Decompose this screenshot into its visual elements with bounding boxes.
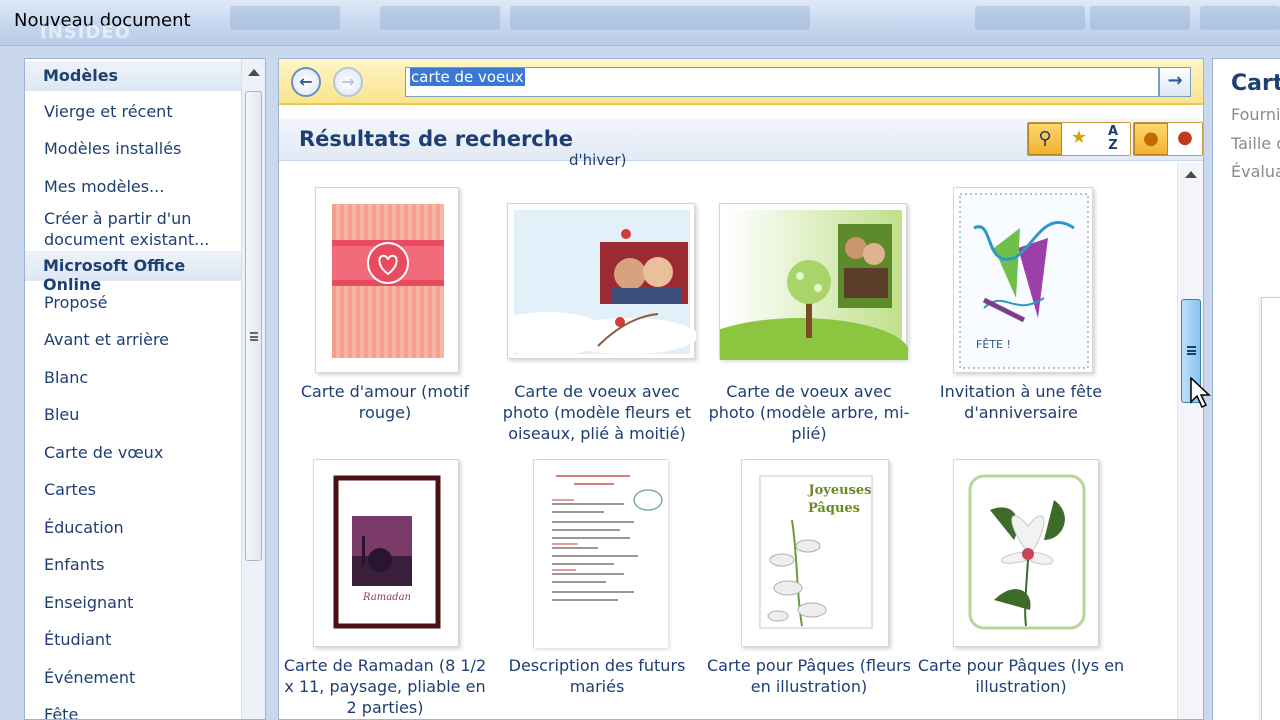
mouse-cursor-icon — [1190, 377, 1211, 409]
thumb-ramadan-text: Ramadan — [362, 592, 411, 603]
template-gallery: Carte d'amour (motif rouge) Carte de voe… — [279, 163, 1177, 719]
background-blur — [230, 6, 340, 30]
sidebar-item-etudiant[interactable]: Étudiant — [44, 629, 244, 650]
sidebar-item-propose[interactable]: Proposé — [44, 292, 244, 313]
sidebar-item-avant-arriere[interactable]: Avant et arrière — [44, 329, 244, 350]
party-invitation-image: FÊTE ! — [959, 193, 1089, 369]
results-header: Résultats de recherche ⚲ ★ AZ ● ● — [279, 119, 1203, 161]
template-label: Carte pour Pâques (fleurs en illustratio… — [706, 656, 912, 696]
document-thumbnail-image — [534, 460, 668, 648]
heart-card-image — [332, 204, 444, 358]
template-label: Carte pour Pâques (lys en illustration) — [917, 656, 1125, 696]
back-button[interactable]: ← — [291, 67, 321, 97]
template-label: Carte de voeux avec photo (modèle arbre,… — [708, 382, 910, 443]
search-input[interactable]: carte de voeux — [405, 67, 1159, 97]
remove-user-button[interactable]: ● — [1168, 123, 1202, 155]
sidebar-scroll-thumb[interactable] — [245, 91, 262, 561]
sidebar-item-fete[interactable]: Fête — [44, 704, 244, 719]
sidebar-item-bleu[interactable]: Bleu — [44, 404, 244, 425]
rating-star-icon: ★ — [1070, 127, 1088, 148]
go-arrow-icon: → — [1167, 70, 1183, 91]
sidebar-section-office-online[interactable]: Microsoft Office Online — [25, 251, 241, 294]
forward-button[interactable]: → — [333, 67, 363, 97]
sidebar-section-modeles: Modèles — [25, 61, 241, 91]
sidebar-item-enseignant[interactable]: Enseignant — [44, 592, 244, 613]
thumb-fete-text: FÊTE ! — [976, 338, 1011, 351]
watermark: INSIDEO — [40, 22, 131, 43]
template-label: Carte de Ramadan (8 1/2 x 11, paysage, p… — [283, 656, 487, 717]
sidebar-item-cartes[interactable]: Cartes — [44, 479, 244, 500]
template-thumbnail — [533, 459, 668, 648]
template-thumbnail — [315, 187, 459, 373]
scroll-up-icon[interactable] — [248, 69, 260, 76]
thumb-paques-text: Pâques — [808, 501, 860, 516]
template-thumbnail — [488, 203, 698, 359]
user-icon: ● — [1143, 128, 1159, 149]
search-zoom-icon: ⚲ — [1038, 128, 1052, 149]
template-thumbnail: FÊTE ! — [953, 187, 1093, 373]
template-thumbnail — [953, 459, 1099, 647]
templates-sidebar: Modèles Vierge et récent Modèles install… — [24, 58, 266, 720]
template-thumbnail: Ramadan — [313, 459, 459, 647]
title-bar: Nouveau document INSIDEO — [0, 0, 1280, 46]
sidebar-item-evenement[interactable]: Événement — [44, 667, 244, 688]
sidebar-item-vierge[interactable]: Vierge et récent — [44, 101, 244, 122]
photo-card-flowers-image — [488, 210, 698, 356]
grip-icon — [250, 332, 258, 341]
template-thumbnail: Joyeuses Pâques — [741, 459, 889, 647]
easter-lily-image — [968, 474, 1086, 630]
photo-card-tree-image — [690, 210, 910, 390]
background-blur — [1200, 6, 1280, 30]
sidebar-item-education[interactable]: Éducation — [44, 517, 244, 538]
details-title: Carte — [1231, 71, 1280, 96]
easter-flowers-image: Joyeuses Pâques — [759, 475, 873, 629]
user-button[interactable]: ● — [1134, 123, 1168, 155]
ramadan-card-image: Ramadan — [333, 475, 441, 629]
sidebar-scrollbar[interactable] — [241, 59, 265, 719]
sidebar-item-carte-de-voeux[interactable]: Carte de vœux — [44, 442, 244, 463]
thumb-joyeuses-text: Joyeuses — [807, 483, 871, 498]
sidebar-item-mes-modeles[interactable]: Mes modèles... — [44, 176, 244, 197]
rating-button[interactable]: ★ — [1062, 123, 1096, 155]
remove-user-icon: ● — [1177, 127, 1193, 148]
details-size: Taille d — [1231, 134, 1280, 153]
forward-arrow-icon: → — [341, 72, 355, 91]
sidebar-item-document-existant[interactable]: Créer à partir d'un document existant... — [44, 208, 234, 250]
template-label: Description des futurs mariés — [508, 656, 686, 696]
background-blur — [510, 6, 810, 30]
sort-az-icon: AZ — [1107, 124, 1119, 153]
results-panel: ← → carte de voeux → Résultats de recher… — [278, 58, 1204, 720]
sidebar-item-blanc[interactable]: Blanc — [44, 367, 244, 388]
details-panel: Carte Fourni Taille d Évalua — [1212, 58, 1280, 720]
scroll-up-icon[interactable] — [1185, 171, 1197, 178]
back-arrow-icon: ← — [299, 72, 313, 91]
background-blur — [975, 6, 1085, 30]
template-label: Carte d'amour (motif rouge) — [300, 382, 470, 422]
search-zoom-button[interactable]: ⚲ — [1028, 123, 1062, 155]
sidebar-item-modeles-installes[interactable]: Modèles installés — [44, 138, 244, 159]
background-blur — [380, 6, 500, 30]
grip-icon — [1187, 346, 1196, 355]
template-label: Carte de voeux avec photo (modèle fleurs… — [502, 382, 692, 443]
search-input-value: carte de voeux — [410, 68, 525, 86]
user-tools: ● ● — [1133, 122, 1203, 156]
preview-page — [1261, 297, 1280, 720]
details-provider: Fourni — [1231, 105, 1280, 124]
details-rating: Évalua — [1231, 162, 1280, 181]
gallery-scrollbar[interactable] — [1177, 163, 1203, 719]
sidebar-item-enfants[interactable]: Enfants — [44, 554, 244, 575]
search-go-button[interactable]: → — [1159, 67, 1191, 97]
view-tools: ⚲ ★ AZ — [1027, 122, 1131, 156]
template-label: Invitation à une fête d'anniversaire — [939, 382, 1103, 422]
sort-button[interactable]: AZ — [1096, 123, 1130, 155]
search-bar: ← → carte de voeux → — [279, 59, 1203, 105]
template-thumbnail — [690, 203, 910, 390]
background-blur — [1090, 6, 1190, 30]
results-title: Résultats de recherche — [299, 127, 573, 151]
